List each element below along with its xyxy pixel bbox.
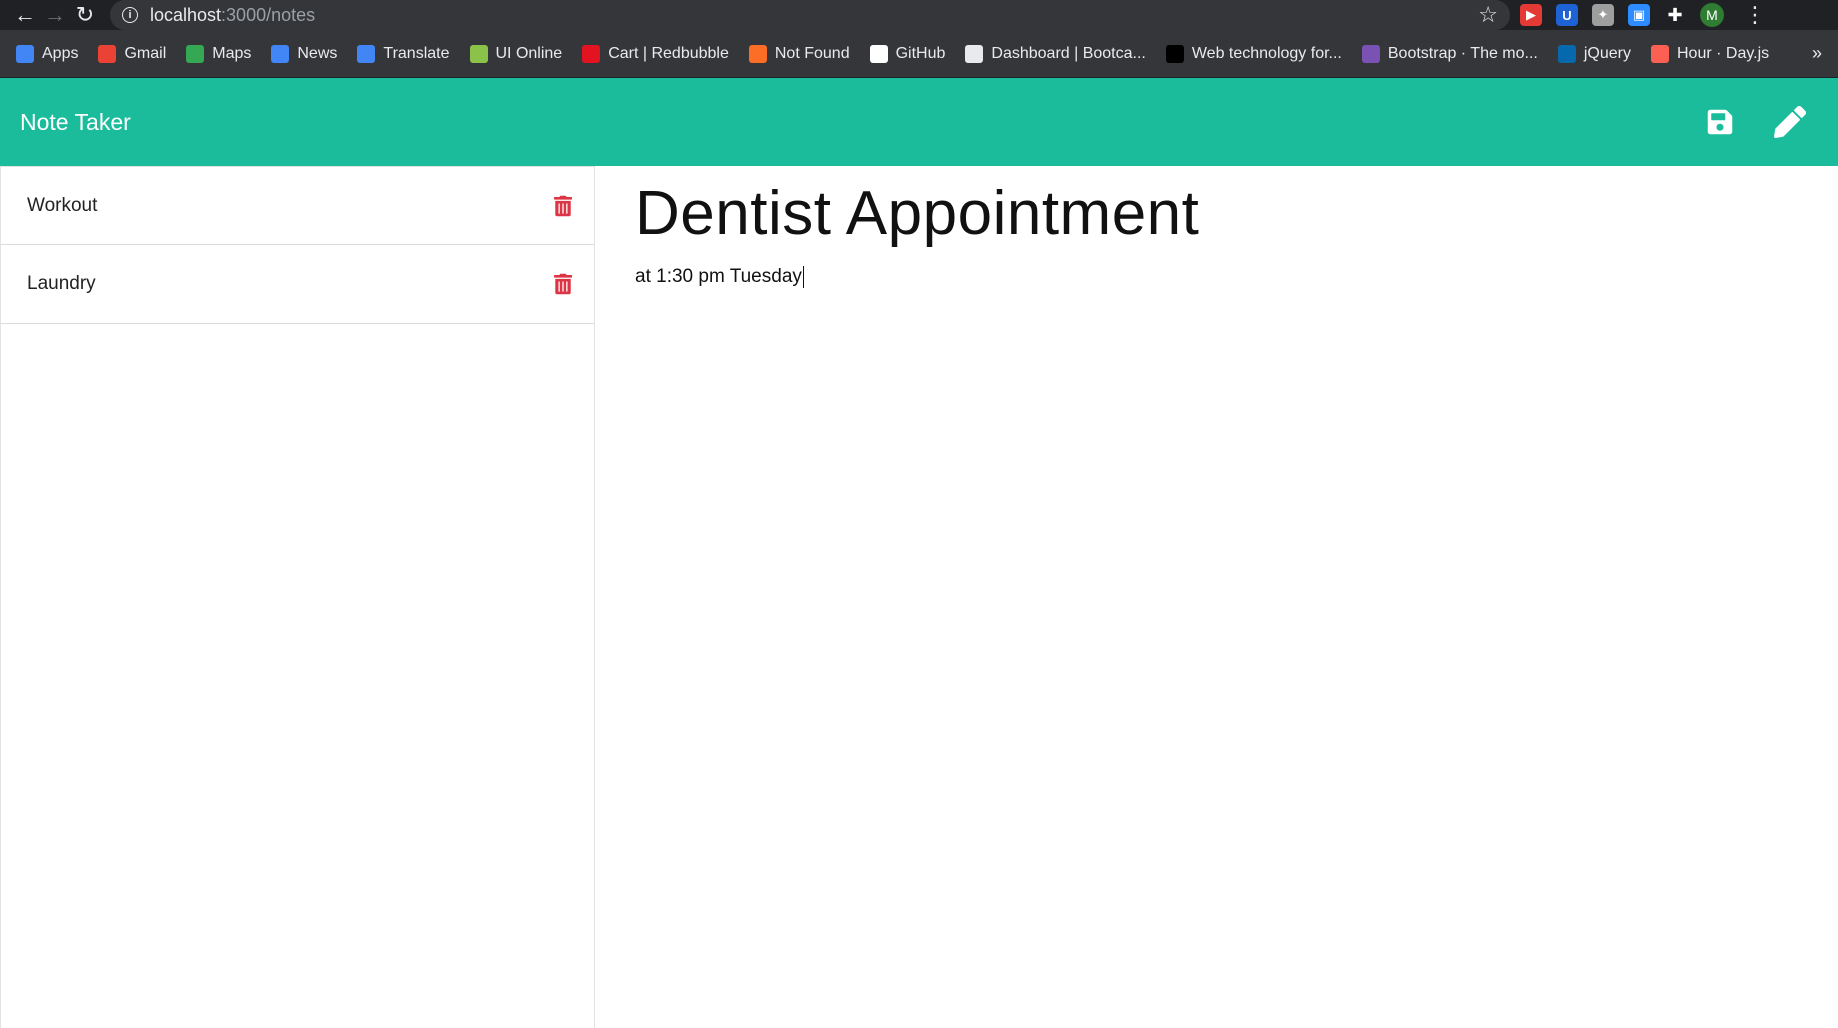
bookmark-jquery[interactable]: jQuery xyxy=(1557,44,1631,63)
redbubble-icon xyxy=(582,44,601,63)
bookmark-label: jQuery xyxy=(1583,44,1631,62)
jquery-icon xyxy=(1557,44,1576,63)
extension-icon[interactable]: ✦ xyxy=(1592,4,1614,26)
forward-arrow-icon[interactable]: → xyxy=(40,0,70,30)
bookmark-gmail[interactable]: Gmail xyxy=(98,44,167,63)
note-list: Workout Laundry xyxy=(0,166,595,1028)
more-bookmarks-chevron-icon[interactable]: » xyxy=(1812,43,1822,64)
main-content: Workout Laundry Dentist Appointment at 1:… xyxy=(0,166,1838,1028)
dayjs-icon xyxy=(1651,44,1669,63)
bookmark-redbubble[interactable]: Cart | Redbubble xyxy=(582,44,729,63)
bookmark-label: Cart | Redbubble xyxy=(608,44,729,62)
bookmark-label: Translate xyxy=(383,44,450,62)
bookmark-translate[interactable]: Translate xyxy=(357,44,450,63)
bookmark-github[interactable]: GitHub xyxy=(869,44,946,63)
bookmark-news[interactable]: News xyxy=(271,44,338,63)
bookmark-apps-grid[interactable]: Apps xyxy=(16,44,79,63)
note-list-item-title: Laundry xyxy=(27,273,96,294)
info-icon[interactable]: i xyxy=(122,7,138,23)
translate-icon xyxy=(357,44,376,63)
note-editor: Dentist Appointment at 1:30 pm Tuesday xyxy=(595,166,1838,1028)
screen-recorder-extension-icon[interactable]: ▶ xyxy=(1520,4,1542,26)
profile-avatar[interactable]: M xyxy=(1700,3,1724,27)
note-list-item-title: Workout xyxy=(27,194,98,216)
gitlab-icon xyxy=(748,44,767,63)
bookmarks-bar: Apps Gmail Maps News Translate UI Online Cart … xyxy=(0,30,1838,78)
bookmark-label: Hour · Day.js xyxy=(1677,44,1770,62)
reload-icon[interactable]: ↻ xyxy=(70,0,100,30)
bookmark-star-icon[interactable]: ☆ xyxy=(1478,2,1498,28)
news-icon xyxy=(271,44,290,63)
bookmark-label: News xyxy=(297,44,338,62)
bookmark-gitlab[interactable]: Not Found xyxy=(748,44,850,63)
bookmark-label: GitHub xyxy=(895,44,946,62)
note-list-item[interactable]: Laundry xyxy=(1,245,594,324)
bookmark-bootstrap[interactable]: Bootstrap · The mo... xyxy=(1361,44,1538,63)
mdn-icon xyxy=(1165,44,1184,63)
note-title-input[interactable]: Dentist Appointment xyxy=(635,179,1798,248)
maps-icon xyxy=(186,44,205,63)
bookmark-mdn[interactable]: Web technology for... xyxy=(1165,44,1342,63)
bookmark-label: Maps xyxy=(212,44,252,62)
bookmark-dayjs[interactable]: Hour · Day.js xyxy=(1651,44,1770,63)
back-arrow-icon[interactable]: ← xyxy=(10,0,40,30)
text-cursor xyxy=(802,266,804,289)
browser-toolbar: ← → ↻ i localhost :3000/notes ☆ ▶ U ✦ ▣ … xyxy=(0,0,1838,30)
more-menu-icon[interactable]: ⋮ xyxy=(1744,4,1766,26)
delete-note-trash-icon[interactable] xyxy=(554,195,572,217)
address-bar[interactable]: i localhost :3000/notes ☆ xyxy=(110,0,1510,30)
new-note-pencil-icon[interactable] xyxy=(1774,106,1806,138)
bitwarden-extension-icon[interactable]: U xyxy=(1556,4,1578,26)
globe-icon xyxy=(965,44,984,63)
bookmark-label: Bootstrap · The mo... xyxy=(1387,44,1538,62)
bootstrap-icon xyxy=(1361,44,1380,63)
bookmark-label: Not Found xyxy=(774,44,850,62)
brand-title[interactable]: Note Taker xyxy=(20,109,131,136)
github-icon xyxy=(869,44,888,63)
bookmark-label: Apps xyxy=(42,44,79,62)
extensions-area: ▶ U ✦ ▣ ✚ M ⋮ xyxy=(1520,3,1766,27)
bookmark-label: Gmail xyxy=(124,44,167,62)
note-textarea[interactable]: at 1:30 pm Tuesday xyxy=(635,266,1798,289)
bookmark-label: Web technology for... xyxy=(1191,44,1342,62)
bookmark-label: UI Online xyxy=(495,44,563,62)
gmail-icon xyxy=(98,44,117,63)
url-path: :3000/notes xyxy=(221,4,316,25)
puzzle-icon[interactable]: ✚ xyxy=(1664,4,1686,26)
zoom-extension-icon[interactable]: ▣ xyxy=(1628,4,1650,26)
bookmark-ui-online[interactable]: UI Online xyxy=(469,44,563,63)
note-text: at 1:30 pm Tuesday xyxy=(635,266,802,288)
save-note-icon[interactable] xyxy=(1706,108,1734,136)
note-list-item[interactable]: Workout xyxy=(1,166,594,245)
app-navbar: Note Taker xyxy=(0,78,1838,166)
delete-note-trash-icon[interactable] xyxy=(554,273,572,295)
bookmark-maps[interactable]: Maps xyxy=(186,44,252,63)
url-host: localhost xyxy=(150,4,222,25)
bookmark-globe[interactable]: Dashboard | Bootca... xyxy=(965,44,1146,63)
apps-grid-icon xyxy=(16,44,34,63)
bookmark-label: Dashboard | Bootca... xyxy=(991,44,1146,62)
ui-online-icon xyxy=(469,44,488,63)
